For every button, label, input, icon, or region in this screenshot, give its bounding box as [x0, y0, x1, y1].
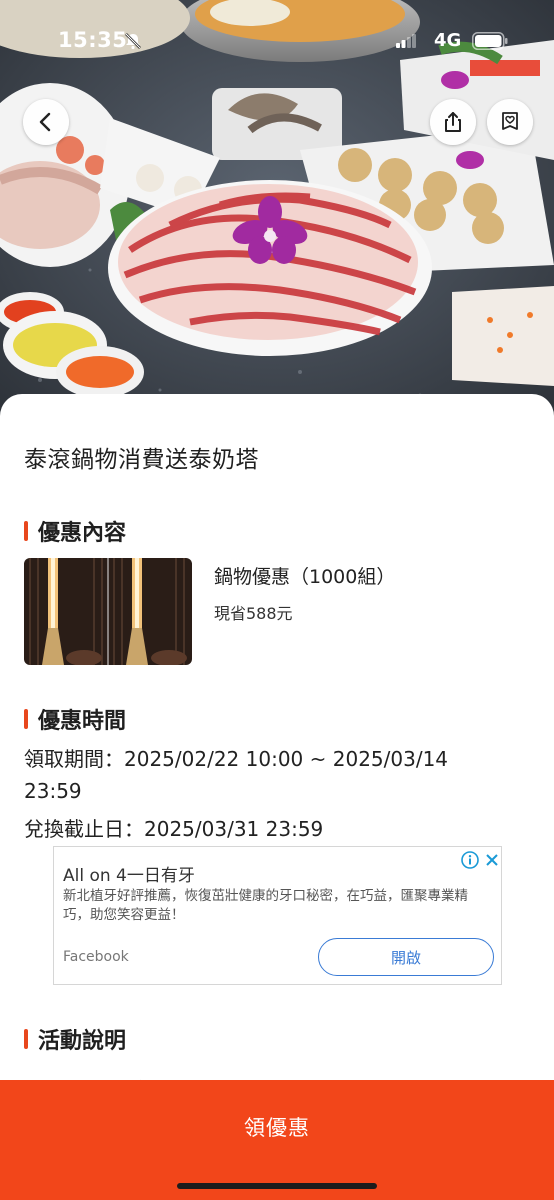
heart-icon [502, 112, 518, 130]
section-description-title: 活動說明 [38, 1029, 127, 1054]
deal-thumbnail-image [24, 558, 192, 665]
promo-title: 泰滾鍋物消費送泰奶塔 [24, 447, 259, 473]
home-indicator [177, 1183, 377, 1189]
ad-title[interactable]: All on 4一日有牙 [63, 861, 195, 886]
section-accent-bar [24, 521, 28, 541]
claim-period-line1: 領取期間：2025/02/22 10:00 ~ 2025/03/14 [24, 747, 449, 771]
chevron-left-icon [39, 112, 51, 132]
deal-name: 鍋物優惠（1000組） [214, 566, 396, 588]
info-icon[interactable] [461, 851, 479, 869]
section-description-heading: 活動說明 [24, 1023, 126, 1055]
hero-image: 15:35 4G [0, 0, 554, 430]
section-accent-bar [24, 709, 28, 729]
section-content-title: 優惠內容 [38, 521, 127, 546]
claim-offer-button[interactable]: 領優惠 [0, 1080, 554, 1200]
deal-thumbnail [24, 558, 192, 665]
ad-open-button[interactable]: 開啟 [318, 938, 494, 976]
ad-card[interactable]: All on 4一日有牙 新北植牙好評推薦，恢復茁壯健康的牙口秘密，在巧益，匯聚… [53, 846, 502, 985]
battery-icon [472, 32, 508, 50]
ad-body: 新北植牙好評推薦，恢復茁壯健康的牙口秘密，在巧益，匯聚專業精巧，助您笑容更益！ [63, 888, 468, 923]
status-time: 15:35 [58, 28, 128, 52]
favorite-button[interactable] [487, 99, 533, 145]
bell-slash-icon [125, 33, 141, 50]
hotpot-photo [0, 0, 554, 430]
section-time-title: 優惠時間 [38, 709, 127, 734]
network-type: 4G [434, 30, 462, 51]
claim-period-line2: 23:59 [24, 779, 82, 803]
section-accent-bar [24, 1029, 28, 1049]
redeem-deadline: 兌換截止日：2025/03/31 23:59 [24, 817, 324, 841]
share-button[interactable] [430, 99, 476, 145]
share-icon [445, 112, 461, 132]
status-bar: 15:35 4G [0, 28, 554, 58]
section-time-heading: 優惠時間 [24, 703, 126, 735]
back-button[interactable] [23, 99, 69, 145]
signal-icon [396, 34, 416, 48]
close-icon[interactable] [483, 851, 501, 869]
section-content-heading: 優惠內容 [24, 515, 126, 547]
ad-source: Facebook [63, 949, 129, 965]
deal-saving: 現省588元 [214, 604, 293, 623]
